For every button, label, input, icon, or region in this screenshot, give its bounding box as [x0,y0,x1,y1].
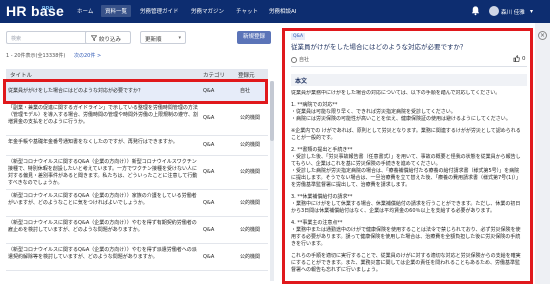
filter-icon [91,35,97,41]
column-registrant[interactable]: 登録元 [238,71,255,79]
top-navigation: HR base PRO ホーム 資料一覧 労務管理ガイド 労務マガジン チャット … [0,0,550,23]
nav-home[interactable]: ホーム [77,7,93,15]
new-registration-button[interactable]: 新規登録 [237,31,271,44]
selected-row-highlight [3,79,268,104]
nav-labor-ai[interactable]: 労務相談AI [269,7,296,15]
close-icon[interactable]: × [538,31,547,40]
table-row[interactable]: 年金手帳や基礎年金番号通知書をなくしたのですが、再発行はできますか。 Q&A 公… [6,136,268,156]
filter-button[interactable]: 絞り込み [85,31,131,44]
chevron-down-icon[interactable]: ▾ [530,8,533,15]
user-name[interactable]: 森川 佳雅 [501,8,525,16]
scrollbar-thumb[interactable] [270,81,274,141]
next-page-link[interactable]: 次の20件 > [74,52,101,59]
list-scrollbar[interactable] [270,81,274,281]
table-row[interactable]: 「副業・兼業の促進に関するガイドライン」で示している整理を労働時間管理の方法（管… [6,102,268,136]
sort-select[interactable]: 更新順 ▾ [140,31,186,44]
bell-icon[interactable] [470,5,481,16]
chevron-down-icon: ▾ [178,35,181,41]
user-avatar-icon[interactable] [489,6,499,16]
hr-base-logo[interactable]: HR base PRO [6,3,64,19]
column-category[interactable]: カテゴリ [203,71,225,79]
nav-chat[interactable]: チャット [236,7,258,15]
nav-labor-guide[interactable]: 労務管理ガイド [140,7,179,15]
table-row[interactable]: （新型コロナウイルスに関するQ&A（企業の方向け））新型コロナウイルスワクチン接… [6,156,268,190]
nav-labor-magazine[interactable]: 労務マガジン [191,7,224,15]
pro-badge: PRO [42,6,54,12]
table-row[interactable]: （新型コロナウイルスに関するQ&A（企業の方向け））やむを得ず派遣労働者への派遣… [6,244,268,271]
nav-documents[interactable]: 資料一覧 [101,5,132,17]
detail-panel-edge: × [535,23,550,284]
result-count: 1 - 20件表示(全13338件) [6,53,66,59]
table-row[interactable]: （新型コロナウイルスに関するQ&A（企業の方向け））やむを得ず有期契約労働者の雇… [6,217,268,244]
table-row[interactable]: （新型コロナウイルスに関するQ&A（企業の方向け））家族の介護をしている労働者が… [6,190,268,217]
detail-panel-highlight [282,28,533,284]
column-title[interactable]: タイトル [10,71,32,79]
